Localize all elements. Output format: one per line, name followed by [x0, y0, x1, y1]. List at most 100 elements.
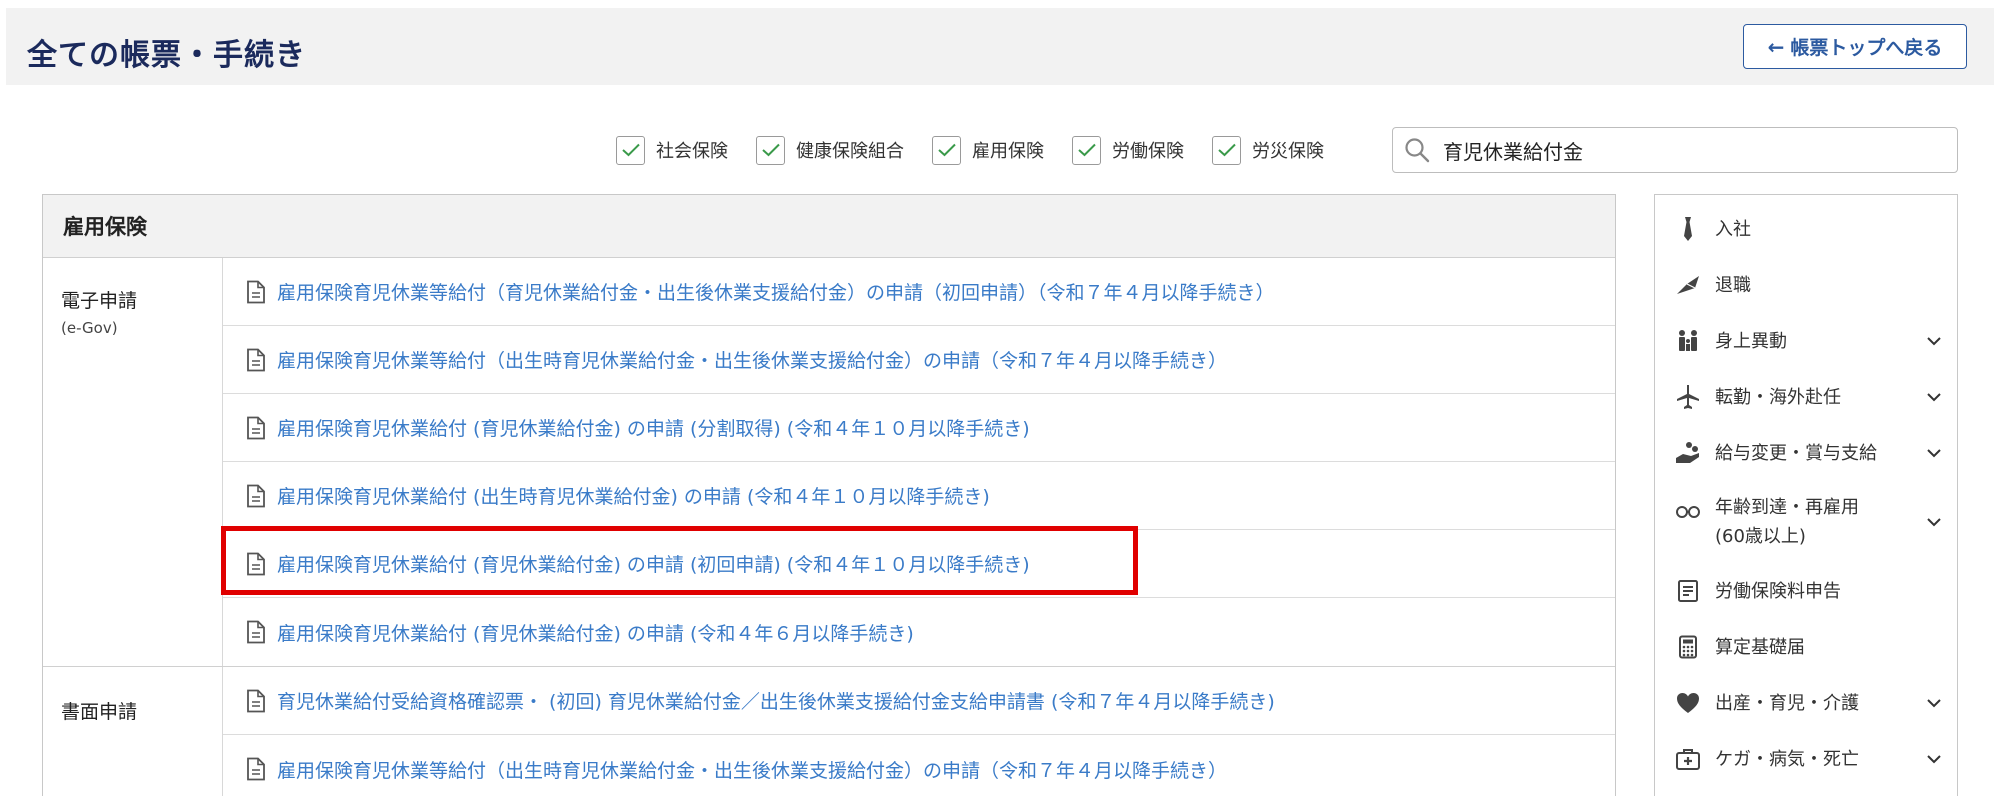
sidebar-item-label: 労働保険料申告	[1715, 580, 1841, 602]
table-row[interactable]: 雇用保険育児休業給付 (育児休業給付金) の申請 (初回申請) (令和４年１０月…	[223, 530, 1615, 598]
chevron-down-icon[interactable]	[1925, 513, 1943, 531]
table-row[interactable]: 雇用保険育児休業等給付（育児休業給付金・出生後休業支援給付金）の申請（初回申請）…	[223, 258, 1615, 326]
arrow-left-icon: ←	[1767, 34, 1785, 59]
filter-label: 健康保険組合	[796, 141, 904, 162]
form-link[interactable]: 雇用保険育児休業等給付（育児休業給付金・出生後休業支援給付金）の申請（初回申請）…	[277, 278, 1275, 305]
document-icon	[247, 280, 265, 303]
document-icon	[247, 552, 265, 575]
check-icon	[937, 143, 956, 157]
filter-label: 労災保険	[1252, 141, 1324, 162]
group-label: 電子申請 (e-Gov)	[43, 258, 223, 666]
filter-label: 雇用保険	[972, 141, 1044, 162]
search-box[interactable]	[1392, 127, 1958, 173]
chevron-down-icon[interactable]	[1925, 332, 1943, 350]
sidebar-item-nyusha[interactable]: 入社	[1655, 201, 1957, 257]
chevron-down-icon[interactable]	[1925, 444, 1943, 462]
group-electronic: 電子申請 (e-Gov) 雇用保険育児休業等給付（育児休業給付金・出生後休業支援…	[43, 258, 1615, 667]
table-row[interactable]: 雇用保険育児休業給付 (育児休業給付金) の申請 (分割取得) (令和４年１０月…	[223, 394, 1615, 462]
group-paper: 書面申請 育児休業給付受給資格確認票・ (初回) 育児休業給付金／出生後休業支援…	[43, 667, 1615, 796]
category-filters: 社会保険 健康保険組合 雇用保険 労働保険 労災保険	[616, 134, 1352, 166]
necktie-icon	[1675, 216, 1701, 242]
page-header: 全ての帳票・手続き ← 帳票トップへ戻る	[6, 8, 1994, 85]
form-link[interactable]: 雇用保険育児休業給付 (育児休業給付金) の申請 (令和４年６月以降手続き)	[277, 619, 914, 646]
table-row[interactable]: 雇用保険育児休業給付 (育児休業給付金) の申請 (令和４年６月以降手続き)	[223, 598, 1615, 666]
sidebar-item-label: 出産・育児・介護	[1715, 692, 1859, 714]
group-label-main: 書面申請	[61, 701, 138, 723]
document-icon	[247, 416, 265, 439]
sidebar-item-label: 算定基礎届	[1715, 636, 1805, 658]
sidebar-item-label-line2: (60歳以上)	[1715, 526, 1806, 547]
table-row[interactable]: 雇用保険育児休業給付 (出生時育児休業給付金) の申請 (令和４年１０月以降手続…	[223, 462, 1615, 530]
sidebar-item-kega-byoki[interactable]: ケガ・病気・死亡	[1655, 731, 1957, 787]
filter-rodo-hoken[interactable]: 労働保険	[1072, 135, 1184, 165]
sidebar-item-label: 入社	[1715, 218, 1751, 240]
bouquet-icon	[1675, 272, 1701, 298]
filter-rosai-hoken[interactable]: 労災保険	[1212, 135, 1324, 165]
sidebar-item-label: ケガ・病気・死亡	[1715, 748, 1859, 770]
check-icon	[621, 143, 640, 157]
page-title: 全ての帳票・手続き	[27, 38, 306, 73]
document-icon	[247, 620, 265, 644]
sidebar-item-label: 退職	[1715, 274, 1751, 296]
filter-kenko-hoken-kumiai[interactable]: 健康保険組合	[756, 135, 904, 165]
check-icon	[1077, 143, 1096, 157]
search-input[interactable]	[1443, 138, 1923, 162]
filter-koyo-hoken[interactable]: 雇用保険	[932, 135, 1044, 165]
sidebar-item-nenrei-totatsu[interactable]: 年齢到達・再雇用 (60歳以上)	[1655, 481, 1957, 563]
form-link[interactable]: 雇用保険育児休業等給付（出生時育児休業給付金・出生後休業支援給付金）の申請（令和…	[277, 346, 1227, 373]
document-icon	[247, 484, 265, 507]
sidebar-item-rodo-hokenryo[interactable]: 労働保険料申告	[1655, 563, 1957, 619]
check-icon	[1217, 143, 1236, 157]
search-icon	[1405, 138, 1430, 163]
table-row[interactable]: 雇用保険育児休業等給付（出生時育児休業給付金・出生後休業支援給付金）の申請（令和…	[223, 326, 1615, 394]
sidebar-item-tenkin[interactable]: 転勤・海外赴任	[1655, 369, 1957, 425]
chevron-down-icon[interactable]	[1925, 750, 1943, 768]
sidebar-item-label: 年齢到達・再雇用 (60歳以上)	[1715, 493, 1925, 551]
group-label: 書面申請	[43, 667, 223, 796]
form-link[interactable]: 雇用保険育児休業給付 (出生時育児休業給付金) の申請 (令和４年１０月以降手続…	[277, 482, 990, 509]
coins-hand-icon	[1675, 440, 1701, 466]
glasses-icon	[1675, 499, 1701, 525]
filter-shakai-hoken[interactable]: 社会保険	[616, 135, 728, 165]
back-button-label: 帳票トップへ戻る	[1790, 37, 1943, 59]
filter-checkbox[interactable]	[932, 135, 961, 165]
chevron-down-icon[interactable]	[1925, 694, 1943, 712]
document-icon	[247, 757, 265, 781]
sidebar-item-label: 身上異動	[1715, 330, 1787, 352]
sidebar-item-shussan-ikuji[interactable]: 出産・育児・介護	[1655, 675, 1957, 731]
back-to-forms-top-button[interactable]: ← 帳票トップへ戻る	[1743, 24, 1967, 69]
group-label-main: 電子申請	[61, 290, 138, 312]
document-lines-icon	[1675, 578, 1701, 604]
form-link[interactable]: 雇用保険育児休業等給付（出生時育児休業給付金・出生後休業支援給付金）の申請（令和…	[277, 756, 1227, 783]
sidebar-item-label-line1: 年齢到達・再雇用	[1715, 497, 1859, 518]
check-icon	[761, 143, 780, 157]
document-icon	[247, 689, 265, 712]
sidebar-item-shinjo-ido[interactable]: 身上異動	[1655, 313, 1957, 369]
table-row[interactable]: 雇用保険育児休業等給付（出生時育児休業給付金・出生後休業支援給付金）の申請（令和…	[223, 735, 1615, 796]
filter-checkbox[interactable]	[1212, 135, 1241, 165]
form-link[interactable]: 育児休業給付受給資格確認票・ (初回) 育児休業給付金／出生後休業支援給付金支給…	[277, 687, 1275, 714]
sidebar-item-santei-kiso[interactable]: 算定基礎届	[1655, 619, 1957, 675]
filter-checkbox[interactable]	[1072, 135, 1101, 165]
form-link[interactable]: 雇用保険育児休業給付 (育児休業給付金) の申請 (初回申請) (令和４年１０月…	[277, 550, 1030, 577]
form-link[interactable]: 雇用保険育児休業給付 (育児休業給付金) の申請 (分割取得) (令和４年１０月…	[277, 414, 1030, 441]
family-icon	[1675, 328, 1701, 354]
chevron-down-icon[interactable]	[1925, 388, 1943, 406]
filter-checkbox[interactable]	[756, 135, 785, 165]
table-section-title: 雇用保険	[43, 195, 1615, 258]
airplane-icon	[1675, 384, 1701, 410]
group-label-sub: (e-Gov)	[61, 319, 118, 337]
heart-icon	[1675, 690, 1701, 716]
filter-checkbox[interactable]	[616, 135, 645, 165]
table-row[interactable]: 育児休業給付受給資格確認票・ (初回) 育児休業給付金／出生後休業支援給付金支給…	[223, 667, 1615, 735]
sidebar-item-label: 転勤・海外赴任	[1715, 386, 1841, 408]
category-sidebar: 入社 退職 身上異動 転勤・海外赴任 給与変更・賞与支給 年齢到達・再雇用 (6…	[1654, 194, 1958, 796]
filter-label: 社会保険	[656, 141, 728, 162]
first-aid-icon	[1675, 746, 1701, 772]
forms-table: 雇用保険 電子申請 (e-Gov) 雇用保険育児休業等給付（育児休業給付金・出生…	[42, 194, 1616, 796]
sidebar-item-taishoku[interactable]: 退職	[1655, 257, 1957, 313]
filter-label: 労働保険	[1112, 141, 1184, 162]
calculator-icon	[1675, 634, 1701, 660]
sidebar-item-label: 給与変更・賞与支給	[1715, 442, 1877, 464]
sidebar-item-kyuyo-henko[interactable]: 給与変更・賞与支給	[1655, 425, 1957, 481]
